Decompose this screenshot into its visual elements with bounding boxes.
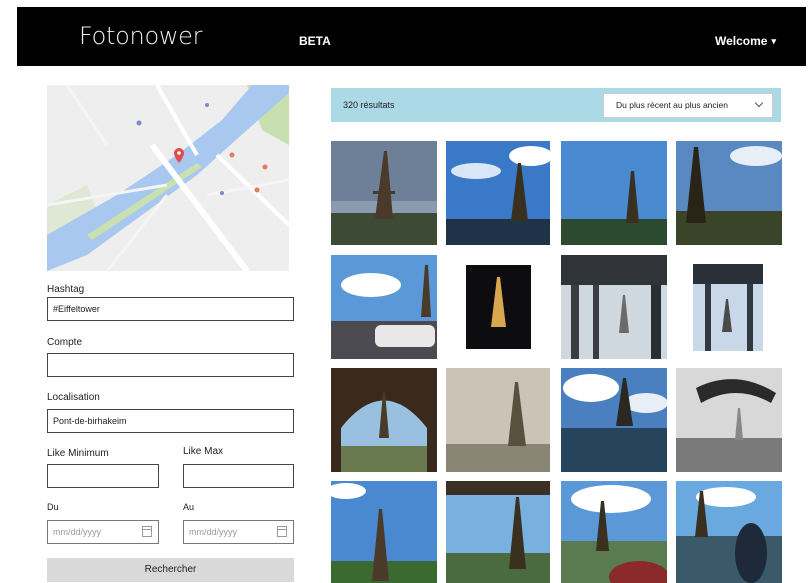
photo-tile[interactable] — [331, 368, 437, 472]
photo-tile[interactable] — [446, 141, 550, 245]
photo-tile[interactable] — [693, 264, 763, 351]
photo-tile[interactable] — [676, 368, 782, 472]
photo-tile[interactable] — [561, 255, 667, 359]
photo-tile[interactable] — [331, 481, 437, 583]
photo-tile[interactable] — [331, 255, 437, 359]
compte-input[interactable] — [47, 353, 294, 377]
photo-tile[interactable] — [466, 265, 531, 349]
localisation-label: Localisation — [47, 392, 100, 403]
search-sidebar — [47, 85, 294, 271]
calendar-icon[interactable] — [142, 526, 152, 537]
beta-badge: BETA — [299, 34, 331, 48]
photo-tile[interactable] — [561, 368, 667, 472]
compte-label: Compte — [47, 337, 83, 348]
localisation-input[interactable]: Pont-de-birhakeim — [47, 409, 294, 433]
like-min-label: Like Minimum — [47, 448, 109, 459]
date-to-placeholder: mm/dd/yyyy — [189, 527, 238, 537]
photo-tile[interactable] — [561, 141, 667, 245]
calendar-icon[interactable] — [277, 526, 287, 537]
like-min-input[interactable] — [47, 464, 159, 488]
like-max-input[interactable] — [183, 464, 294, 488]
hashtag-input[interactable]: #Eiffeltower — [47, 297, 294, 321]
photo-tile[interactable] — [446, 368, 550, 472]
au-label: Au — [183, 502, 195, 512]
photo-tile[interactable] — [561, 481, 667, 583]
welcome-menu[interactable]: Welcome ▾ — [715, 34, 776, 48]
du-label: Du — [47, 502, 59, 512]
caret-down-icon: ▾ — [771, 36, 776, 46]
date-from-placeholder: mm/dd/yyyy — [53, 527, 102, 537]
map-graphic — [47, 85, 289, 271]
photo-tile[interactable] — [676, 141, 782, 245]
chevron-down-icon — [754, 98, 764, 108]
sort-dropdown[interactable]: Du plus récent au plus ancien — [603, 93, 773, 118]
date-from-input[interactable]: mm/dd/yyyy — [47, 520, 159, 544]
photo-tile[interactable] — [331, 141, 437, 245]
welcome-label: Welcome — [715, 34, 768, 48]
top-navigation-bar: Fotonower BETA Welcome ▾ — [17, 7, 806, 66]
photo-tile[interactable] — [676, 481, 782, 583]
search-button[interactable]: Rechercher — [47, 558, 294, 582]
results-count: 320 résultats — [343, 100, 395, 110]
app-logo[interactable]: Fotonower — [79, 22, 202, 50]
results-bar: 320 résultats Du plus récent au plus anc… — [331, 88, 781, 122]
location-map[interactable] — [47, 85, 289, 271]
date-to-input[interactable]: mm/dd/yyyy — [183, 520, 294, 544]
sort-selected-label: Du plus récent au plus ancien — [616, 100, 728, 110]
like-max-label: Like Max — [183, 446, 224, 457]
photo-tile[interactable] — [446, 481, 550, 583]
hashtag-label: Hashtag — [47, 284, 85, 295]
